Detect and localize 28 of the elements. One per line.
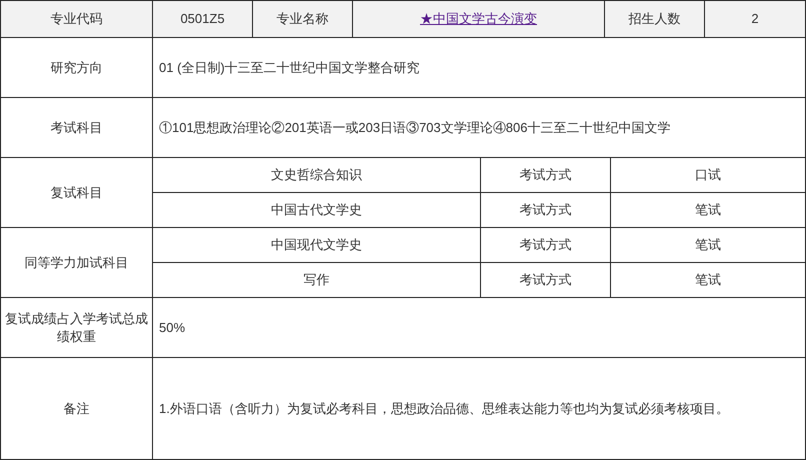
method-value: 笔试: [695, 271, 721, 290]
subject-name: 中国古代文学史: [271, 201, 362, 220]
row-label: 复试成绩占入学考试总成绩权重: [5, 310, 148, 346]
row-value: 50%: [159, 318, 186, 337]
method-label: 考试方式: [520, 166, 572, 184]
row-label: 考试科目: [50, 118, 102, 136]
row-value: 1.外语口语（含听力）为复试必考科目，思想政治品德、思维表达能力等也均为复试必须考核项目。: [159, 400, 729, 418]
subject-name: 中国现代文学史: [271, 236, 362, 254]
row-label: 备注: [64, 400, 90, 418]
method-value: 笔试: [695, 236, 721, 254]
method-label: 考试方式: [520, 236, 572, 254]
header-label: 专业名称: [276, 10, 328, 28]
subject-name: 文史哲综合知识: [271, 166, 362, 184]
method-label: 考试方式: [520, 201, 572, 220]
method-label: 考试方式: [520, 271, 572, 290]
subject-name: 写作: [304, 271, 330, 290]
header-label: 招生人数: [628, 10, 680, 28]
header-value: 0501Z5: [180, 10, 225, 28]
header-label: 专业代码: [50, 10, 102, 28]
link[interactable]: ★中国文学古今演变: [420, 9, 537, 29]
row-label: 研究方向: [50, 58, 102, 76]
row-value: ①101思想政治理论②201英语一或203日语③703文学理论④806十三至二十世纪中国文学: [159, 118, 670, 137]
row-label: 同等学力加试科目: [24, 254, 128, 272]
method-value: 口试: [695, 166, 721, 184]
method-value: 笔试: [695, 201, 721, 220]
header-value: 2: [751, 10, 759, 28]
row-value: 01 (全日制)十三至二十世纪中国文学整合研究: [159, 58, 420, 77]
row-label: 复试科目: [50, 184, 102, 202]
